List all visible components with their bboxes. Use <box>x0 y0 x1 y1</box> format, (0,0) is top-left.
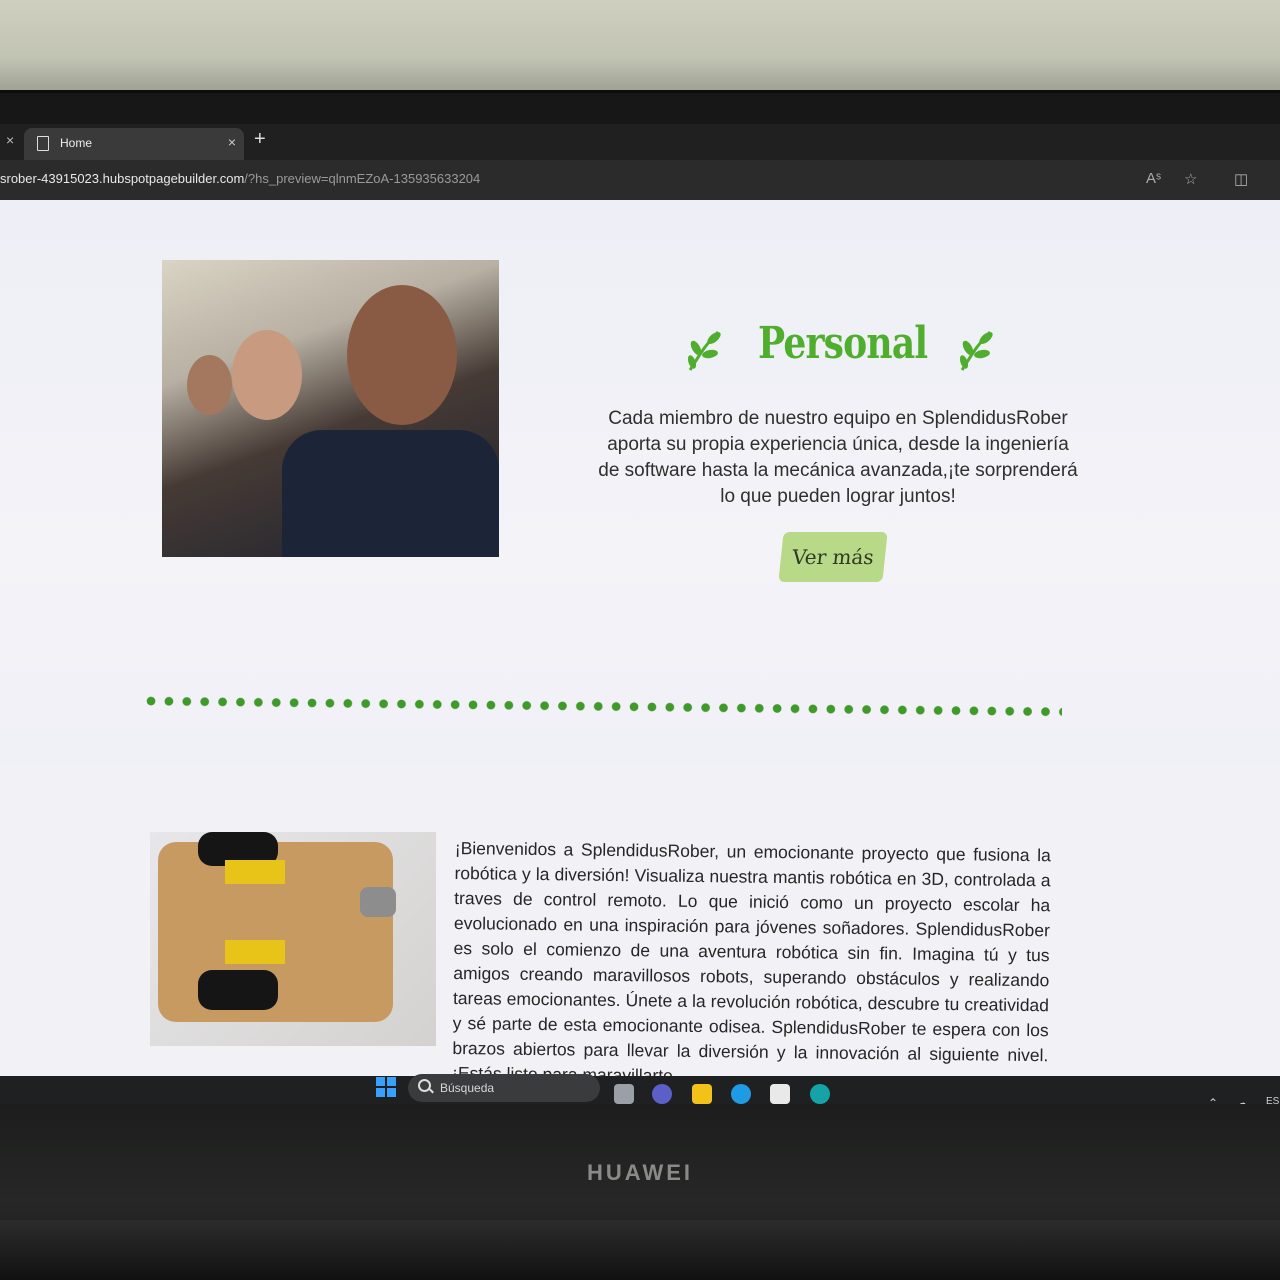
web-page: Personal Cada miembro de nuestro equipo … <box>0 200 1280 1076</box>
search-icon <box>418 1079 431 1092</box>
intro-paragraph: ¡Bienvenidos a SplendidusRober, un emoci… <box>451 837 1051 1076</box>
store-icon[interactable] <box>770 1084 790 1104</box>
team-photo <box>162 260 499 557</box>
tab-bar: × Home × + <box>0 124 1280 160</box>
url-host: srober-43915023.hubspotpagebuilder.com <box>0 171 245 186</box>
taskbar-search-placeholder: Búsqueda <box>440 1081 495 1095</box>
url-query: /?hs_preview=qlnmEZoA-135935633204 <box>244 171 481 186</box>
section-heading: Personal <box>758 318 928 369</box>
tab-home[interactable]: Home × <box>24 128 244 160</box>
leaf-icon <box>959 330 993 371</box>
file-explorer-icon[interactable] <box>692 1084 712 1104</box>
wall-background <box>0 0 1280 96</box>
edge-browser-icon[interactable] <box>731 1084 751 1104</box>
windows-start-icon[interactable] <box>376 1077 396 1097</box>
laptop-brand: HUAWEI <box>587 1160 693 1185</box>
robot-photo <box>150 832 436 1046</box>
new-tab-button[interactable]: + <box>254 128 266 151</box>
arduino-icon[interactable] <box>810 1084 830 1104</box>
close-icon[interactable]: × <box>6 132 14 148</box>
task-view-icon[interactable] <box>614 1084 634 1104</box>
leaf-icon <box>687 330 721 371</box>
read-aloud-icon[interactable]: Aˢ <box>1146 170 1161 187</box>
laptop-deck <box>0 1220 1280 1280</box>
tab-close-icon[interactable]: × <box>228 134 236 150</box>
address-bar[interactable]: srober-43915023.hubspotpagebuilder.com/?… <box>0 160 1280 201</box>
document-icon <box>37 136 49 151</box>
team-description: Cada miembro de nuestro equipo en Splend… <box>598 408 1078 507</box>
star-icon[interactable]: ☆ <box>1184 170 1197 188</box>
taskbar-search[interactable]: Búsqueda <box>408 1074 600 1102</box>
tab-title: Home <box>60 136 93 150</box>
dotted-divider <box>145 696 1063 721</box>
taskbar <box>0 1076 1280 1106</box>
url-text[interactable]: srober-43915023.hubspotpagebuilder.com/?… <box>0 171 480 186</box>
teams-chat-icon[interactable] <box>652 1084 672 1104</box>
split-screen-icon[interactable]: ◫ <box>1234 170 1248 188</box>
ver-mas-button[interactable]: Ver más <box>778 532 888 582</box>
screen-bezel-top <box>0 90 1280 127</box>
